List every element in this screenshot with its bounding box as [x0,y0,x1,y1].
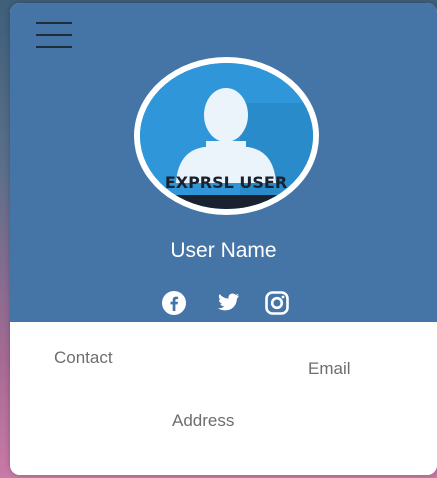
hamburger-menu-button[interactable] [36,22,72,49]
twitter-link[interactable] [213,290,239,316]
menu-line [36,22,72,24]
twitter-icon [218,293,239,311]
email-label: Email [308,359,351,378]
avatar: EXPRSL USER [134,57,319,215]
instagram-link[interactable] [264,290,290,316]
profile-header: EXPRSL USER User Name [10,3,437,322]
profile-card: EXPRSL USER User Name Contact Email Addr… [10,3,437,475]
user-name: User Name [170,239,277,262]
contact-label: Contact [54,348,113,367]
instagram-icon [265,291,289,315]
avatar-label: EXPRSL USER [165,173,287,192]
social-links [161,290,291,316]
user-silhouette-icon: EXPRSL USER [140,63,313,209]
avatar-image: EXPRSL USER [140,63,313,209]
menu-line [36,46,72,48]
facebook-link[interactable] [161,290,187,316]
facebook-icon [162,291,186,315]
menu-line [36,34,72,36]
address-label: Address [172,411,235,430]
profile-details: Contact Email Address [10,322,437,475]
